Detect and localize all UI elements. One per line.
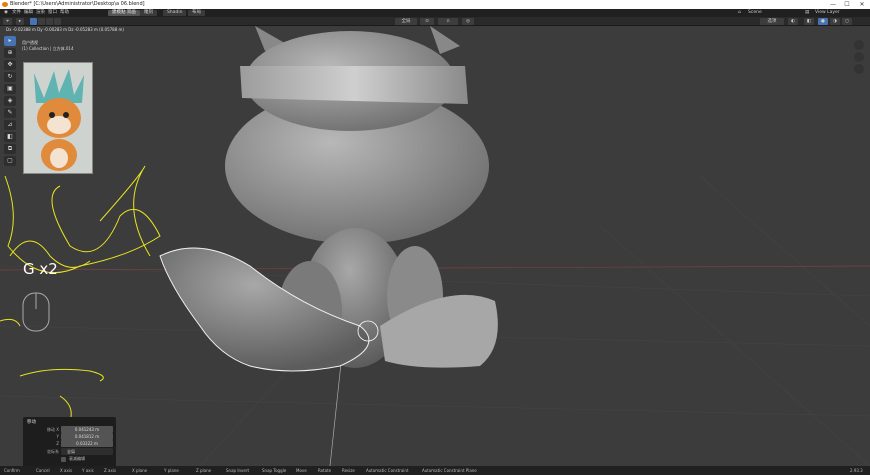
camera-view-icon[interactable] <box>854 64 864 74</box>
add-cube-tool-icon[interactable]: ◧ <box>4 132 16 142</box>
menu-file[interactable]: 文件 <box>12 9 21 17</box>
key-overlay: G x2 <box>23 260 58 278</box>
move-z-label: Z <box>56 441 59 446</box>
close-button[interactable]: ✕ <box>855 0 869 9</box>
orientation-dropdown[interactable]: 全局 <box>61 448 113 455</box>
menu-render[interactable]: 渲染 <box>36 9 45 17</box>
status-y-axis: Y axis <box>82 468 94 473</box>
tab-workspace-1[interactable]: 建模贴 双画 <box>108 10 140 16</box>
overlay-toggle-icon[interactable]: ◐ <box>788 18 798 25</box>
blender-logo-icon <box>2 2 8 7</box>
snap-toggle[interactable]: ∩ <box>438 18 458 25</box>
status-z-axis: Z axis <box>104 468 117 473</box>
proportional-edit-icon[interactable]: ◎ <box>462 18 474 25</box>
status-x-plane: X plane <box>132 468 148 473</box>
status-snap-invert: Snap Invert <box>226 468 250 473</box>
select-mode-intersect-icon[interactable] <box>54 18 61 25</box>
status-x-axis: X axis <box>60 468 73 473</box>
status-snap-toggle: Snap Toggle <box>262 468 287 473</box>
view-layer-icon: ▤ <box>805 10 810 15</box>
status-auto-constraint: Automatic Constraint <box>366 468 409 473</box>
proportional-checkbox[interactable] <box>61 457 66 462</box>
status-y-plane: Y plane <box>164 468 179 473</box>
status-move: Move <box>296 468 307 473</box>
status-bar: Confirm Cancel X axis Y axis Z axis X pl… <box>0 466 870 475</box>
operator-panel-title[interactable]: 移动 <box>27 419 36 425</box>
blender-version: 2.93.3 <box>850 468 863 473</box>
3d-viewport[interactable]: Dx -0.02388 m Dy -0.00283 m Dz -0.05283 … <box>0 26 870 466</box>
move-x-label: 移动 X <box>46 427 59 432</box>
scale-tool-icon[interactable]: ▣ <box>4 84 16 94</box>
scene-selector[interactable]: Scene <box>748 9 762 17</box>
select-tool-icon[interactable]: ▸ <box>16 18 24 25</box>
orientation-label: 坐标系 <box>47 449 59 454</box>
shading-solid-icon[interactable]: ● <box>818 18 828 25</box>
status-resize: Resize <box>342 468 355 473</box>
proportional-label: 衰减编辑 <box>69 456 85 461</box>
options-dropdown[interactable]: 选项 <box>760 18 784 25</box>
maximize-button[interactable]: ☐ <box>840 0 854 9</box>
rotate-tool-icon[interactable]: ↻ <box>4 72 16 82</box>
annotation-strokes <box>0 165 161 422</box>
status-confirm: Confirm <box>4 468 20 473</box>
select-mode-subtract-icon[interactable] <box>46 18 53 25</box>
extrude-tool-icon[interactable]: ⧉ <box>4 144 16 154</box>
tab-shading[interactable]: Shadin <box>163 10 187 16</box>
navigation-gizmo <box>854 40 866 76</box>
viewport-info: 用户透视 (1) Collection | 立方体.014 <box>22 40 74 52</box>
annotate-tool-icon[interactable]: ✎ <box>4 108 16 118</box>
menu-bar: ◉ 文件 编辑 渲染 窗口 帮助 建模贴 双画 雕刻 Shadin 布局 ⌂ S… <box>0 9 870 17</box>
menu-window[interactable]: 窗口 <box>48 9 57 17</box>
tab-sculpt[interactable]: 雕刻 <box>140 10 157 16</box>
blender-menu-icon[interactable]: ◉ <box>4 9 8 17</box>
editor-type-button[interactable]: ⌖ <box>3 18 12 25</box>
move-y-field[interactable]: 0.041812 m <box>61 433 113 440</box>
xray-toggle-icon[interactable]: ◧ <box>804 18 814 25</box>
shading-material-icon[interactable]: ◑ <box>830 18 840 25</box>
tool-shelf: ▸ ⊕ ✥ ↻ ▣ ◈ ✎ ⊿ ◧ ⧉ ▢ <box>4 36 17 168</box>
menu-edit[interactable]: 编辑 <box>24 9 33 17</box>
pan-hand-icon[interactable] <box>854 52 864 62</box>
select-box-tool-icon[interactable]: ▸ <box>4 36 16 46</box>
zoom-icon[interactable] <box>854 40 864 50</box>
title-bar: Blender* [C:\Users\Administrator\Desktop… <box>0 0 870 9</box>
move-tool-icon[interactable]: ✥ <box>4 60 16 70</box>
inset-tool-icon[interactable]: ▢ <box>4 156 16 166</box>
status-auto-constraint-plane: Automatic Constraint Plane <box>422 468 477 473</box>
measure-tool-icon[interactable]: ⊿ <box>4 120 16 130</box>
right-ear-shape <box>430 26 460 54</box>
status-cancel: Cancel <box>36 468 50 473</box>
minimize-button[interactable]: — <box>826 0 840 9</box>
status-rotate: Rotate <box>318 468 332 473</box>
move-z-field[interactable]: 0.03322 m <box>61 440 113 447</box>
tab-layout[interactable]: 布局 <box>188 10 205 16</box>
viewport-header: ⌖ ▸ 全局 ⊙ ∩ ◎ 选项 ◐ ◧ ● ◑ ○ <box>0 17 870 26</box>
shading-rendered-icon[interactable]: ○ <box>842 18 852 25</box>
move-y-label: Y <box>56 434 59 439</box>
window-title: Blender* [C:\Users\Administrator\Desktop… <box>10 1 145 7</box>
scene-icon: ⌂ <box>738 10 741 15</box>
headband-shape <box>240 66 468 104</box>
transform-tool-icon[interactable]: ◈ <box>4 96 16 106</box>
pivot-dropdown[interactable]: ⊙ <box>420 18 434 25</box>
transform-orientation-dropdown[interactable]: 全局 <box>395 18 417 25</box>
collection-info: (1) Collection | 立方体.014 <box>22 46 74 51</box>
scene-canvas <box>0 26 870 466</box>
select-mode-extend-icon[interactable] <box>38 18 45 25</box>
menu-help[interactable]: 帮助 <box>60 9 69 17</box>
reference-image <box>23 62 93 174</box>
select-mode-new-icon[interactable] <box>30 18 37 25</box>
view-layer-selector[interactable]: View Layer <box>815 9 840 17</box>
status-z-plane: Z plane <box>196 468 212 473</box>
move-x-field[interactable]: 0.041243 m <box>61 426 113 433</box>
operator-panel: 移动 移动 X 0.041243 m Y 0.041812 m Z 0.0332… <box>23 417 116 466</box>
cursor-tool-icon[interactable]: ⊕ <box>4 48 16 58</box>
